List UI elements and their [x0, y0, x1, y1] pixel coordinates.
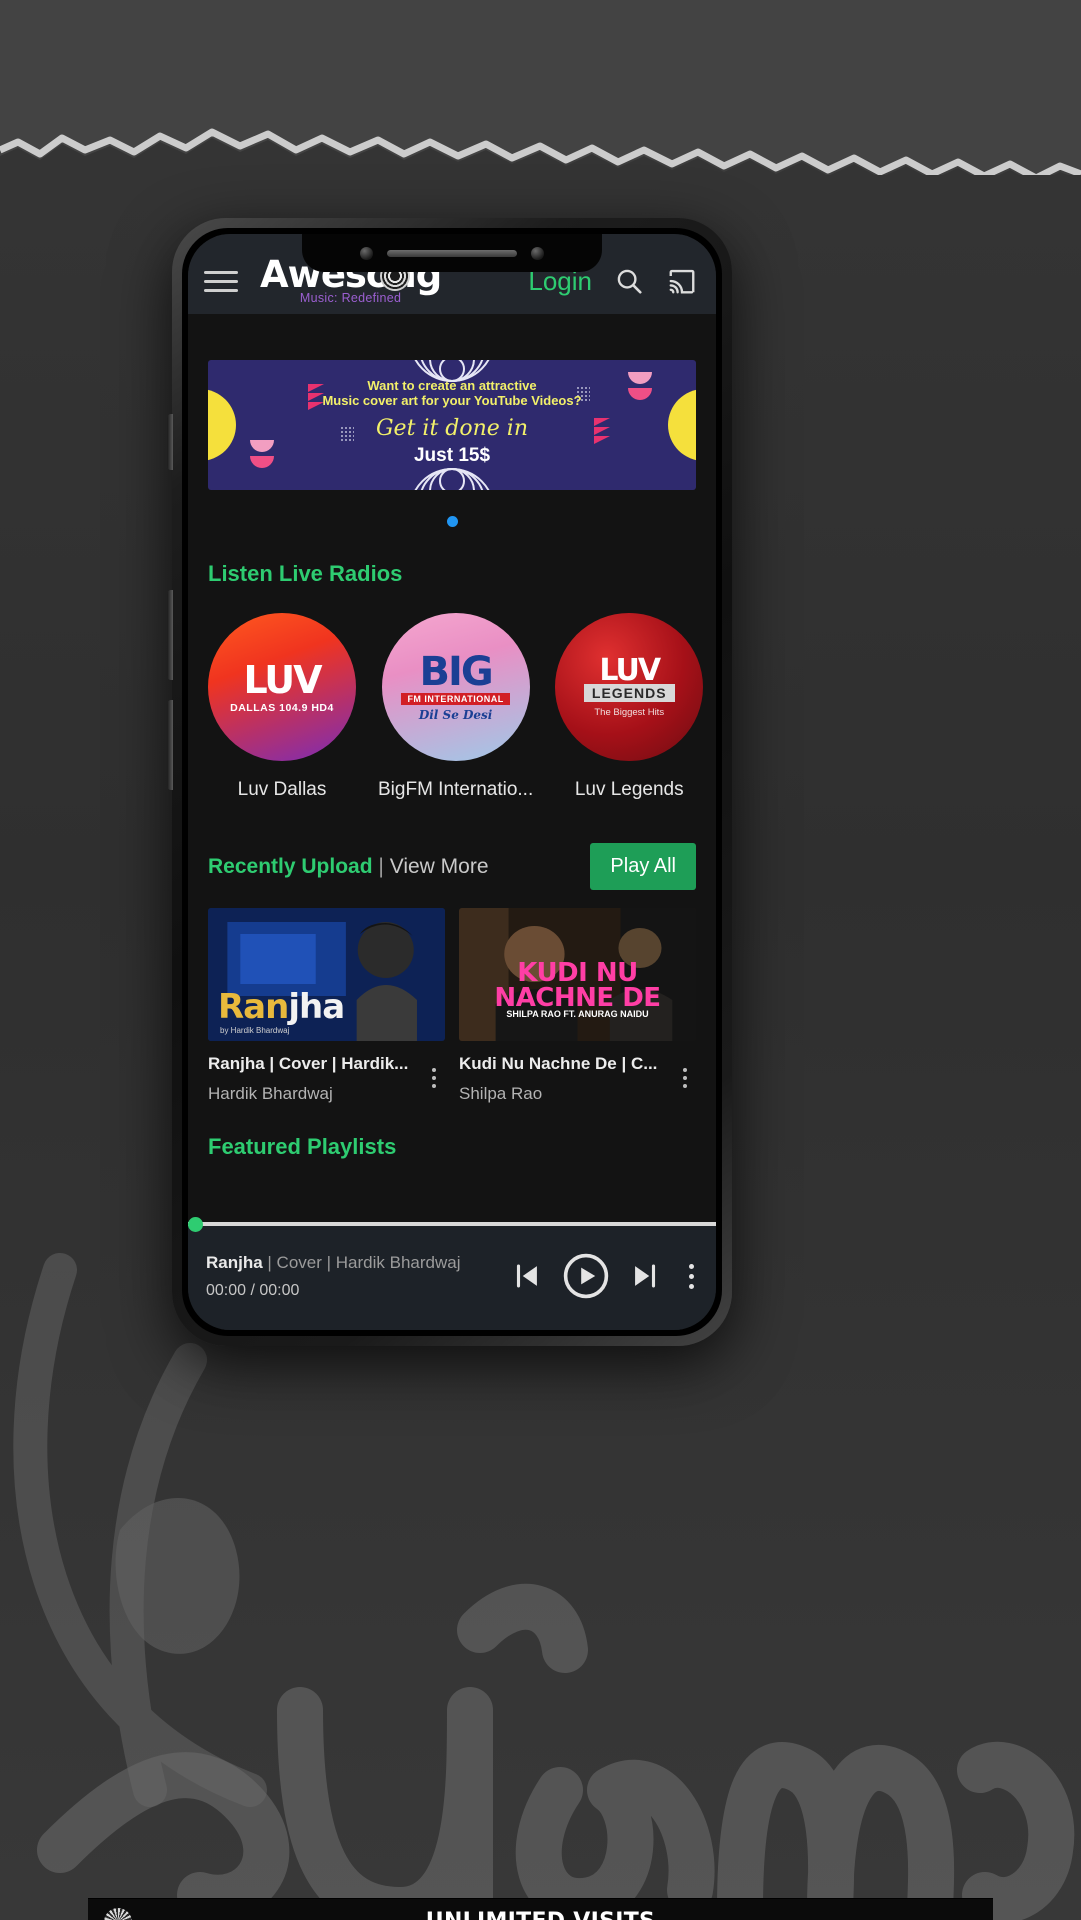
radio-station-name: Luv Legends — [574, 779, 684, 800]
song-title: Ranjha | Cover | Hardik... — [208, 1054, 409, 1073]
app-content-scroll[interactable]: Want to create an attractive Music cover… — [188, 314, 716, 1330]
ad-badge-icon — [104, 1907, 132, 1920]
radio-logo-main-text: LUV — [243, 657, 322, 702]
player-kebab-menu-icon[interactable] — [680, 1263, 702, 1289]
mini-player: Ranjha | Cover | Hardik Bhardwaj 00:00 /… — [188, 1217, 716, 1330]
song-card[interactable]: KUDI NU NACHNE DE SHILPA RAO FT. ANURAG N… — [459, 908, 696, 1104]
ad-text: UNLIMITED VISITS — [426, 1909, 655, 1920]
cast-icon[interactable] — [666, 266, 698, 296]
radio-logo-main-text: BIG — [419, 649, 494, 695]
phone-side-button-volume-down — [167, 700, 173, 790]
song-card-meta: Kudi Nu Nachne De | C... Shilpa Rao — [459, 1041, 696, 1104]
player-row: Ranjha | Cover | Hardik Bhardwaj 00:00 /… — [188, 1222, 716, 1330]
front-camera-icon — [360, 246, 373, 260]
radio-logo-luv-dallas: LUV DALLAS 104.9 HD4 — [208, 613, 356, 761]
radio-station-name: BigFM Internatio... — [378, 779, 534, 800]
banner-text-block: Want to create an attractive Music cover… — [208, 378, 696, 467]
play-icon[interactable] — [562, 1252, 610, 1300]
section-heading-radios: Listen Live Radios — [208, 561, 403, 586]
player-controls — [510, 1252, 702, 1300]
recently-upload-header: Recently Upload | View More Play All — [188, 843, 716, 890]
song-card-texts: Kudi Nu Nachne De | C... Shilpa Rao — [459, 1054, 674, 1104]
song-card[interactable]: Ranjha by Hardik Bhardwaj Ranjha | Cover… — [208, 908, 445, 1104]
banner-line-1: Want to create an attractive — [367, 378, 537, 393]
radio-station-item[interactable]: LUV DALLAS 104.9 HD4 Luv Dallas — [208, 613, 356, 801]
banner-dot-active[interactable] — [446, 516, 458, 527]
banner-line-2: Music cover art for your YouTube Videos? — [322, 393, 582, 408]
thumbnail-title: Ranjha — [218, 987, 345, 1027]
radio-logo-sub-text: DALLAS 104.9 HD4 — [230, 701, 334, 714]
player-progress-knob[interactable] — [188, 1217, 203, 1232]
thumbnail-subtitle: SHILPA RAO FT. ANURAG NAIDU — [506, 1009, 649, 1019]
phone-mockup: Awesong Music: Redefined Login Want to c… — [167, 218, 732, 1346]
player-track-title: Ranjha | Cover | Hardik Bhardwaj — [206, 1252, 461, 1272]
song-card-texts: Ranjha | Cover | Hardik... Hardik Bhardw… — [208, 1054, 423, 1104]
hamburger-menu-icon[interactable] — [204, 270, 238, 292]
phone-side-button-volume-up — [167, 590, 173, 680]
player-progress-bar[interactable] — [188, 1217, 716, 1232]
bottom-ad-banner[interactable]: UNLIMITED VISITS — [88, 1898, 993, 1920]
radio-logo-sub-text: Dil Se Desi — [418, 708, 493, 722]
player-time: 00:00 / 00:00 — [206, 1281, 300, 1299]
song-artist: Shilpa Rao — [459, 1084, 543, 1103]
song-thumbnail[interactable]: Ranjha by Hardik Bhardwaj — [208, 908, 445, 1041]
title-separator: | — [378, 854, 384, 878]
skip-previous-icon[interactable] — [510, 1259, 544, 1293]
thumbnail-subtitle: by Hardik Bhardwaj — [220, 1026, 290, 1035]
phone-bezel: Awesong Music: Redefined Login Want to c… — [182, 228, 722, 1336]
promo-banner[interactable]: Want to create an attractive Music cover… — [208, 360, 696, 490]
radio-logo-luv-legends: LUV LEGENDS The Biggest Hits — [555, 613, 704, 761]
radio-logo-sub-text: The Biggest Hits — [594, 707, 665, 718]
banner-line-4: Just 15$ — [413, 445, 491, 466]
radio-logo-band-text: LEGENDS — [583, 684, 675, 702]
radio-logo-badge-text: FM INTERNATIONAL — [401, 693, 510, 705]
phone-screen: Awesong Music: Redefined Login Want to c… — [188, 234, 716, 1330]
skip-next-icon[interactable] — [628, 1259, 662, 1293]
play-all-button[interactable]: Play All — [590, 843, 696, 890]
banner-decor-rings-bottom — [409, 468, 495, 490]
song-card-meta: Ranjha | Cover | Hardik... Hardik Bhardw… — [208, 1041, 445, 1104]
player-texts: Ranjha | Cover | Hardik Bhardwaj 00:00 /… — [206, 1253, 510, 1300]
radio-logo-main-text: LUV — [599, 653, 661, 688]
radio-station-item[interactable]: LUV LEGENDS The Biggest Hits Luv Legends — [555, 613, 704, 801]
awesong-app: Awesong Music: Redefined Login Want to c… — [188, 234, 716, 1330]
phone-notch — [302, 234, 602, 272]
sensor-icon — [531, 246, 544, 260]
song-title: Kudi Nu Nachne De | C... — [459, 1054, 658, 1073]
radio-logo-bigfm: BIG FM INTERNATIONAL Dil Se Desi — [381, 613, 530, 761]
song-thumbnail[interactable]: KUDI NU NACHNE DE SHILPA RAO FT. ANURAG N… — [459, 908, 696, 1041]
view-more-link[interactable]: View More — [390, 855, 489, 878]
banner-pagination-dots[interactable] — [188, 516, 716, 527]
song-card-kebab-menu-icon[interactable] — [423, 1054, 445, 1088]
radio-station-list: LUV DALLAS 104.9 HD4 Luv Dallas BIG FM I… — [188, 587, 716, 801]
radio-station-item[interactable]: BIG FM INTERNATIONAL Dil Se Desi BigFM I… — [378, 613, 533, 801]
banner-line-3: Get it done in — [375, 416, 528, 441]
phone-side-button-mute — [167, 414, 173, 470]
radio-station-name: Luv Dallas — [237, 779, 327, 800]
song-card-list: Ranjha by Hardik Bhardwaj Ranjha | Cover… — [188, 890, 716, 1104]
song-card-kebab-menu-icon[interactable] — [674, 1054, 696, 1088]
section-heading-featured-playlists: Featured Playlists — [208, 1134, 397, 1159]
song-artist: Hardik Bhardwaj — [208, 1084, 333, 1103]
search-icon[interactable] — [614, 266, 644, 296]
earpiece-speaker — [387, 249, 517, 257]
thumbnail-title: KUDI NU NACHNE DE — [494, 958, 661, 1013]
recently-upload-heading: Recently Upload — [208, 854, 373, 878]
recently-upload-title-group: Recently Upload | View More — [208, 855, 489, 879]
